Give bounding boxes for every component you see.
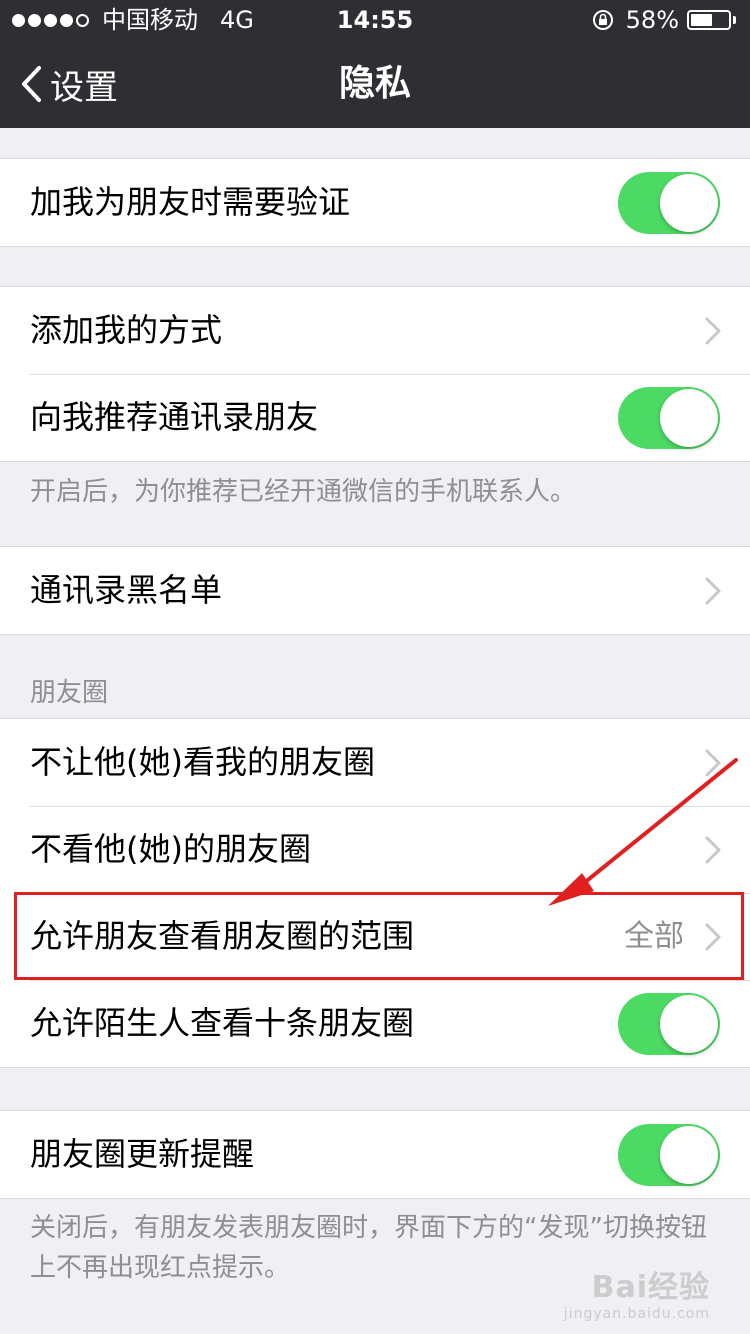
verify-toggle[interactable] xyxy=(618,172,720,234)
row-label: 向我推荐通讯录朋友 xyxy=(30,398,319,436)
row-label: 通讯录黑名单 xyxy=(30,571,223,609)
group-moments: 不让他(她)看我的朋友圈 不看他(她)的朋友圈 允许朋友查看朋友圈的范围 全部 … xyxy=(0,718,750,1068)
battery-tip xyxy=(733,16,736,24)
chevron-right-icon xyxy=(705,923,721,951)
row-moments-block[interactable]: 不让他(她)看我的朋友圈 xyxy=(0,719,750,806)
row-moments-range[interactable]: 允许朋友查看朋友圈的范围 全部 xyxy=(0,893,750,980)
row-label: 不看他(她)的朋友圈 xyxy=(30,830,311,868)
status-bar: 中国移动 4G 14:55 58% xyxy=(0,0,750,40)
row-blacklist[interactable]: 通讯录黑名单 xyxy=(0,547,750,634)
row-moments-update: 朋友圈更新提醒 xyxy=(0,1111,750,1198)
battery-icon xyxy=(687,10,731,30)
page-title: 隐私 xyxy=(338,63,411,104)
toggle-knob xyxy=(660,995,718,1053)
group-add-methods: 添加我的方式 向我推荐通讯录朋友 xyxy=(0,286,750,462)
battery-percent: 58% xyxy=(625,6,679,34)
row-verify: 加我为朋友时需要验证 xyxy=(0,159,750,246)
row-label: 加我为朋友时需要验证 xyxy=(30,183,351,221)
row-moments-strangers: 允许陌生人查看十条朋友圈 xyxy=(0,980,750,1067)
watermark-logo: Bai经验 xyxy=(591,1270,710,1305)
toggle-knob xyxy=(660,389,718,447)
row-moments-hide[interactable]: 不看他(她)的朋友圈 xyxy=(0,806,750,893)
toggle-knob xyxy=(660,174,718,232)
toggle-knob xyxy=(660,1126,718,1184)
row-label: 允许朋友查看朋友圈的范围 xyxy=(30,917,415,955)
chevron-right-icon xyxy=(705,836,721,864)
top-bar: 中国移动 4G 14:55 58% 设置 隐私 xyxy=(0,0,750,128)
chevron-right-icon xyxy=(705,577,721,605)
recommend-note: 开启后，为你推荐已经开通微信的手机联系人。 xyxy=(30,477,577,507)
row-add-methods[interactable]: 添加我的方式 xyxy=(0,287,750,374)
watermark-url: jingyan.baidu.com xyxy=(563,1306,710,1322)
group-blacklist: 通讯录黑名单 xyxy=(0,546,750,635)
group-moments-update: 朋友圈更新提醒 xyxy=(0,1110,750,1199)
chevron-right-icon xyxy=(705,749,721,777)
moments-update-toggle[interactable] xyxy=(618,1124,720,1186)
row-recommend-contacts: 向我推荐通讯录朋友 xyxy=(0,374,750,461)
watermark: Bai经验 jingyan.baidu.com xyxy=(564,1262,710,1322)
section-header-moments: 朋友圈 xyxy=(30,678,109,708)
row-label: 添加我的方式 xyxy=(30,311,223,349)
row-label: 允许陌生人查看十条朋友圈 xyxy=(30,1004,415,1042)
moments-strangers-toggle[interactable] xyxy=(618,993,720,1055)
navigation-bar: 设置 隐私 xyxy=(0,40,750,128)
row-label: 不让他(她)看我的朋友圈 xyxy=(30,743,375,781)
group-verify: 加我为朋友时需要验证 xyxy=(0,158,750,247)
lock-rotation-icon xyxy=(592,10,613,30)
chevron-right-icon xyxy=(705,317,721,345)
status-right: 58% xyxy=(592,0,736,40)
battery-fill xyxy=(691,14,712,26)
row-label: 朋友圈更新提醒 xyxy=(30,1135,255,1173)
row-value: 全部 xyxy=(624,919,684,954)
recommend-contacts-toggle[interactable] xyxy=(618,387,720,449)
